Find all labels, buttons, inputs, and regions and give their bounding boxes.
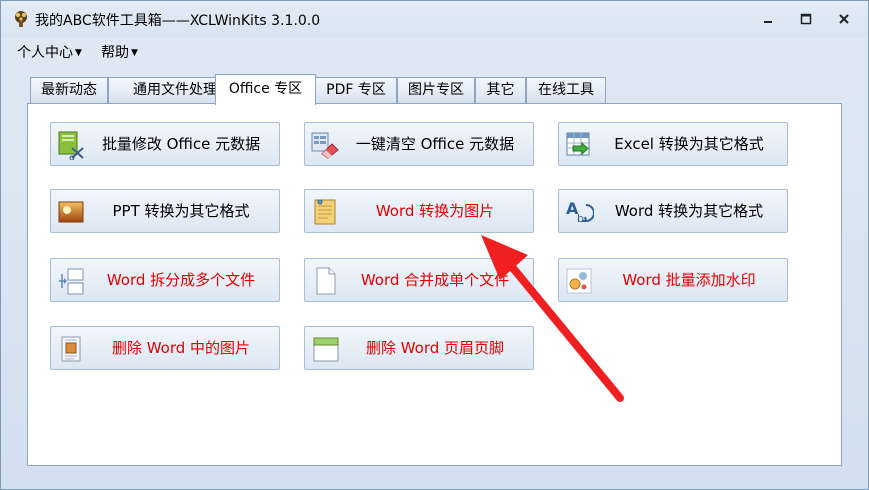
caret-down-icon: ▼ xyxy=(75,48,82,58)
notepad-icon xyxy=(310,197,340,227)
edit-metadata-icon xyxy=(56,130,86,161)
tab-other[interactable]: 其它 xyxy=(475,77,526,104)
word-merge-button[interactable]: Word 合并成单个文件 xyxy=(304,258,534,302)
blank-document-icon xyxy=(310,266,340,296)
svg-text:b: b xyxy=(577,212,584,225)
word-to-image-button[interactable]: Word 转换为图片 xyxy=(304,189,534,233)
close-icon[interactable] xyxy=(836,11,852,27)
word-convert-button[interactable]: A b Word 转换为其它格式 xyxy=(558,189,788,233)
watermark-icon xyxy=(564,266,594,296)
batch-edit-office-metadata-button[interactable]: 批量修改 Office 元数据 xyxy=(50,122,280,166)
tab-pdf[interactable]: PDF 专区 xyxy=(315,77,397,104)
eraser-icon xyxy=(310,130,340,160)
word-watermark-button[interactable]: Word 批量添加水印 xyxy=(558,258,788,302)
excel-convert-button[interactable]: Excel 转换为其它格式 xyxy=(558,122,788,166)
tab-images[interactable]: 图片专区 xyxy=(397,77,475,104)
window-title: 我的ABC软件工具箱——XCLWinKits 3.1.0.0 xyxy=(35,13,321,29)
menu-bar: 个人中心 ▼ 帮助 ▼ xyxy=(1,38,868,64)
tab-latest-news[interactable]: 最新动态 xyxy=(30,77,108,104)
excel-convert-icon xyxy=(564,130,594,160)
delete-word-header-footer-button[interactable]: 删除 Word 页眉页脚 xyxy=(304,326,534,370)
delete-image-icon xyxy=(56,334,86,364)
menu-help[interactable]: 帮助 ▼ xyxy=(101,42,138,62)
caret-down-icon: ▼ xyxy=(131,48,138,58)
text-convert-icon: A b xyxy=(564,197,595,227)
menu-personal-center[interactable]: 个人中心 ▼ xyxy=(17,42,82,62)
title-bar[interactable]: 我的ABC软件工具箱——XCLWinKits 3.1.0.0 xyxy=(1,1,868,37)
tab-office[interactable]: Office 专区 xyxy=(215,74,316,105)
tab-online-tools[interactable]: 在线工具 xyxy=(526,77,606,104)
header-footer-icon xyxy=(310,334,340,364)
delete-word-images-button[interactable]: 删除 Word 中的图片 xyxy=(50,326,280,370)
word-split-button[interactable]: Word 拆分成多个文件 xyxy=(50,258,280,302)
clear-office-metadata-button[interactable]: 一键清空 Office 元数据 xyxy=(304,122,534,166)
minimize-icon[interactable] xyxy=(760,11,776,27)
split-file-icon xyxy=(56,266,86,296)
maximize-icon[interactable] xyxy=(798,11,814,27)
app-logo-icon xyxy=(12,10,30,28)
ppt-convert-button[interactable]: PPT 转换为其它格式 xyxy=(50,189,280,233)
ppt-image-icon xyxy=(56,197,86,227)
